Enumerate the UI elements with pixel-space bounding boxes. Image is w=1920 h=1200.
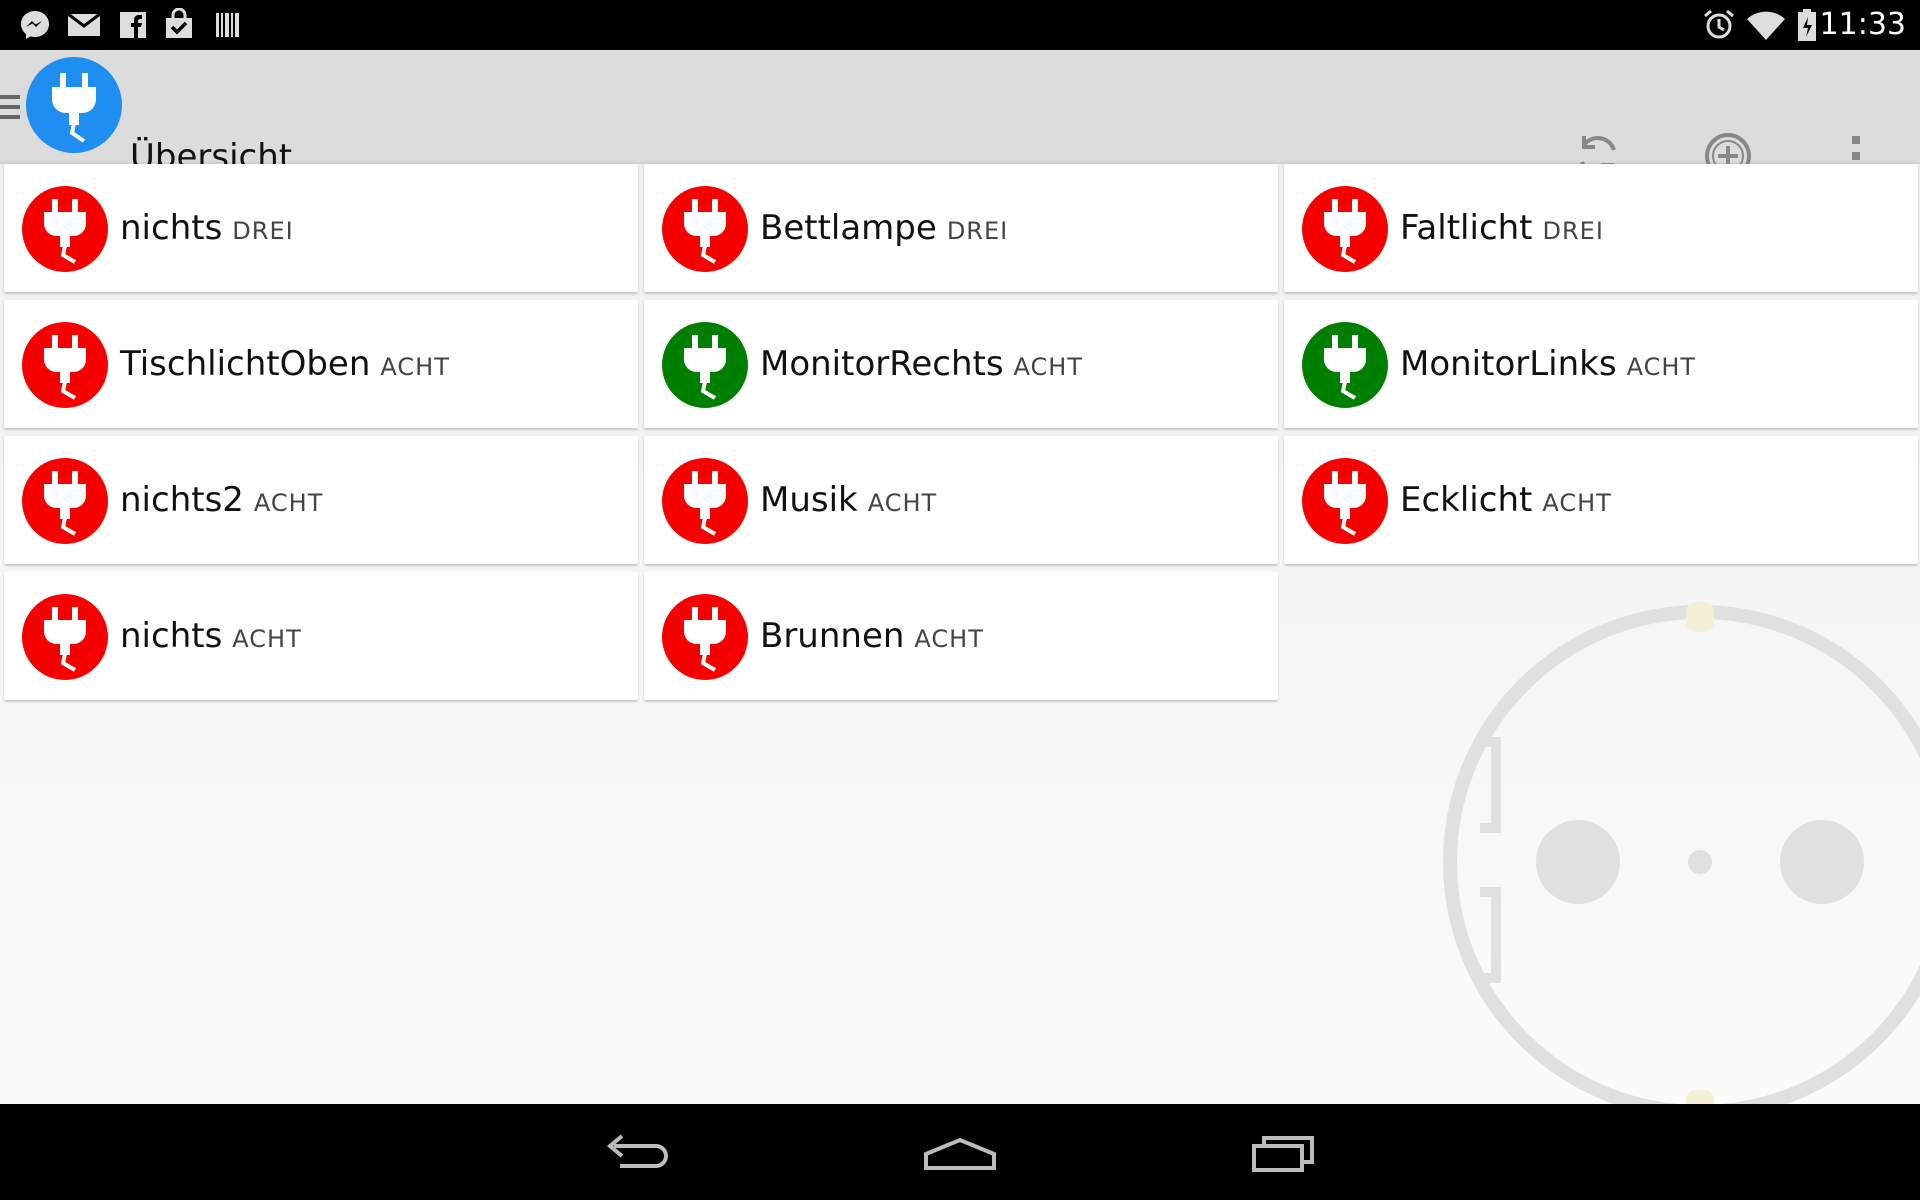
- drawer-menu-icon[interactable]: [0, 92, 22, 122]
- device-group-label: DREI: [946, 217, 1009, 245]
- plug-icon[interactable]: [662, 594, 748, 680]
- plug-icon[interactable]: [662, 322, 748, 408]
- plug-icon[interactable]: [22, 594, 108, 680]
- device-group-label: ACHT: [253, 489, 324, 517]
- status-bar: 11:33: [0, 0, 1920, 50]
- device-name-label: nichts: [120, 616, 223, 656]
- device-card[interactable]: MonitorRechts ACHT: [644, 300, 1278, 428]
- device-name: TischlichtOben ACHT: [120, 342, 450, 389]
- device-group-label: ACHT: [232, 625, 302, 653]
- device-name-label: MonitorRechts: [760, 344, 1004, 384]
- device-card[interactable]: Faltlicht DREI: [1284, 164, 1918, 292]
- device-card[interactable]: Musik ACHT: [644, 436, 1278, 564]
- mail-icon: [67, 12, 101, 36]
- plug-icon[interactable]: [22, 322, 108, 408]
- device-name-label: MonitorLinks: [1400, 344, 1617, 384]
- device-name: Brunnen ACHT: [760, 614, 984, 661]
- shopping-bag-check-icon: [166, 8, 192, 38]
- navigation-bar: [0, 1104, 1920, 1200]
- device-name: MonitorRechts ACHT: [760, 342, 1083, 389]
- device-card[interactable]: nichts ACHT: [4, 572, 638, 700]
- device-name-label: nichts2: [120, 480, 244, 520]
- device-name-label: Brunnen: [760, 616, 905, 656]
- plug-icon[interactable]: [1302, 322, 1388, 408]
- device-group-label: ACHT: [1626, 353, 1697, 381]
- device-name: Musik ACHT: [760, 478, 937, 525]
- device-group-label: DREI: [232, 217, 294, 245]
- device-group-label: ACHT: [867, 489, 938, 517]
- device-card[interactable]: MonitorLinks ACHT: [1284, 300, 1918, 428]
- device-card[interactable]: TischlichtOben ACHT: [4, 300, 638, 428]
- device-name-label: Musik: [760, 480, 858, 520]
- plug-icon[interactable]: [1302, 186, 1388, 272]
- home-icon[interactable]: [922, 1124, 998, 1180]
- device-name-label: TischlichtOben: [120, 344, 371, 384]
- device-overview: nichts DREI Bettlampe DREI Faltlicht DREI Tisc…: [0, 164, 1920, 1104]
- device-card[interactable]: nichts2 ACHT: [4, 436, 638, 564]
- device-card[interactable]: Brunnen ACHT: [644, 572, 1278, 700]
- alarm-icon: [1704, 9, 1734, 39]
- wifi-icon: [1747, 11, 1785, 40]
- barcode-icon: [216, 13, 239, 37]
- device-group-label: ACHT: [1013, 353, 1084, 381]
- plug-icon[interactable]: [662, 458, 748, 544]
- device-name: MonitorLinks ACHT: [1400, 342, 1696, 389]
- device-card[interactable]: nichts DREI: [4, 164, 638, 292]
- socket-watermark-icon: [1443, 602, 1920, 1104]
- device-name: Ecklicht ACHT: [1400, 478, 1612, 525]
- device-name-label: Bettlampe: [760, 208, 937, 248]
- device-name: nichts2 ACHT: [120, 478, 323, 525]
- device-name: Faltlicht DREI: [1400, 206, 1604, 253]
- device-card[interactable]: Bettlampe DREI: [644, 164, 1278, 292]
- recents-icon[interactable]: [1250, 1124, 1320, 1180]
- device-group-label: ACHT: [914, 625, 984, 653]
- device-name-label: Ecklicht: [1400, 480, 1533, 520]
- device-group-label: ACHT: [380, 353, 450, 381]
- back-icon[interactable]: [598, 1124, 672, 1180]
- plug-icon[interactable]: [22, 458, 108, 544]
- plug-icon[interactable]: [22, 186, 108, 272]
- device-group-label: DREI: [1542, 217, 1604, 245]
- device-name: nichts ACHT: [120, 614, 302, 661]
- facebook-icon: [120, 12, 146, 38]
- battery-icon: [1798, 9, 1816, 41]
- device-card[interactable]: Ecklicht ACHT: [1284, 436, 1918, 564]
- plug-icon[interactable]: [662, 186, 748, 272]
- app-logo-plug-icon[interactable]: [26, 57, 122, 153]
- device-group-label: ACHT: [1542, 489, 1612, 517]
- device-name: nichts DREI: [120, 206, 294, 253]
- device-name-label: Faltlicht: [1400, 208, 1533, 248]
- device-name-label: nichts: [120, 208, 223, 248]
- device-name: Bettlampe DREI: [760, 206, 1008, 253]
- clock: 11:33: [1819, 7, 1906, 42]
- messenger-icon: [21, 11, 49, 39]
- action-bar: Übersicht: [0, 50, 1920, 179]
- plug-icon[interactable]: [1302, 458, 1388, 544]
